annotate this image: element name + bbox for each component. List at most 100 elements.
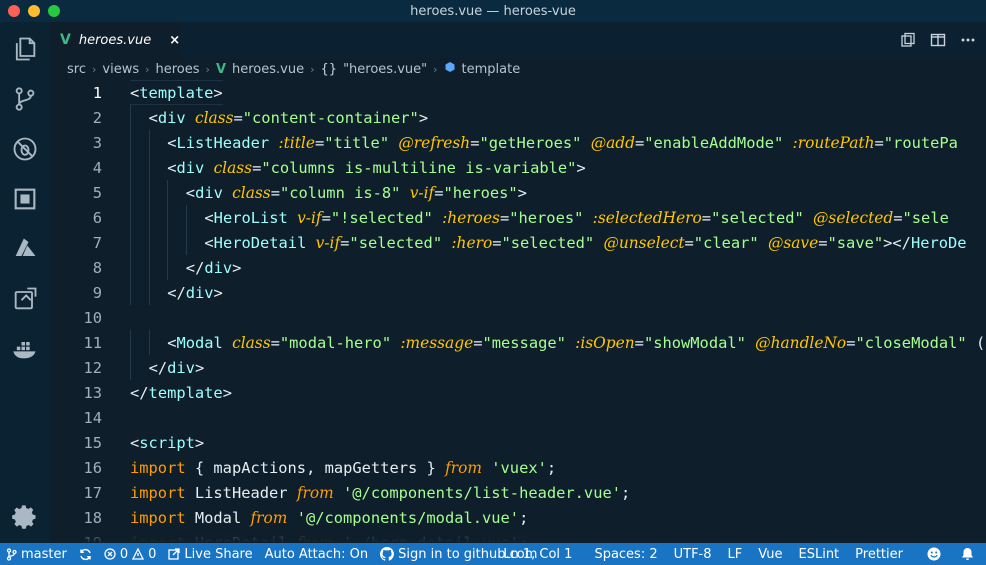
close-window-button[interactable]: [8, 5, 20, 17]
code-line[interactable]: 11 < Modal class = "modal-hero" :message = "me…: [50, 330, 986, 355]
code-line[interactable]: 4 < div class = "columns is-multiline is-var…: [50, 155, 986, 180]
code-text: < div class = "columns is-multiline is-vari…: [167, 155, 586, 180]
azure-icon: [15, 238, 36, 256]
code-token: >: [576, 158, 586, 177]
settings-button[interactable]: [0, 492, 50, 542]
line-number: 16: [83, 458, 102, 477]
chevron-right-icon: ›: [310, 62, 315, 76]
indent-guide: [148, 280, 150, 305]
breadcrumb-item[interactable]: heroes.vue: [232, 62, 304, 77]
extensions-button[interactable]: [0, 174, 50, 224]
code-line[interactable]: 7 < HeroDetail v-if = "selected" :hero = "sele…: [50, 230, 986, 255]
indent-guide: [167, 255, 169, 280]
code-token: =: [233, 108, 243, 127]
code-token: :selectedHero: [592, 208, 702, 227]
code-token: >: [213, 283, 223, 302]
vue-file-icon: V: [215, 61, 227, 77]
code-token: </: [185, 258, 205, 277]
status-bar: master 0 0 Live Share Auto Attach: On Si…: [0, 543, 986, 565]
code-token: <: [167, 133, 177, 152]
breadcrumb-item[interactable]: heroes: [156, 62, 200, 77]
code-token: =: [684, 233, 694, 252]
cursor-position[interactable]: Ln 1, Col 1: [503, 547, 572, 562]
language-mode[interactable]: Vue: [758, 547, 782, 562]
explorer-button[interactable]: [0, 24, 50, 74]
code-text: </template >: [130, 380, 232, 405]
indent-guide: [130, 355, 131, 380]
tab-heroes-vue[interactable]: V heroes.vue ×: [50, 22, 180, 58]
code-line[interactable]: 16 import { mapActions, mapGetters } from…: [50, 455, 986, 480]
prettier-status[interactable]: Prettier: [855, 547, 903, 562]
notifications-button[interactable]: [961, 547, 974, 561]
code-token: "selected": [711, 208, 804, 227]
code-editor[interactable]: 1 < template >2 < div class = "content-containe…: [50, 80, 986, 543]
code-line[interactable]: 6 < HeroList v-if = "!selected" :heroes = "her…: [50, 205, 986, 230]
code-line[interactable]: 15 < script >: [50, 430, 986, 455]
code-token: "closeModal": [855, 333, 967, 352]
code-token: ;: [519, 508, 529, 527]
code-line[interactable]: 13 </template >: [50, 380, 986, 405]
line-number: 15: [83, 433, 102, 452]
code-line[interactable]: 10: [50, 305, 986, 330]
sync-button[interactable]: [79, 548, 92, 561]
code-line[interactable]: 18 import Modal from '@/components/modal.…: [50, 505, 986, 530]
code-token: from: [250, 508, 288, 527]
code-token: "!selected": [330, 208, 433, 227]
breadcrumb-item[interactable]: views: [102, 62, 139, 77]
more-actions-button[interactable]: [960, 32, 976, 48]
code-token: ;: [621, 483, 631, 502]
code-line[interactable]: 14: [50, 405, 986, 430]
code-token: =: [314, 133, 325, 152]
code-line[interactable]: 12 </div >: [50, 355, 986, 380]
chevron-right-icon: ›: [433, 62, 438, 76]
maximize-window-button[interactable]: [48, 5, 60, 17]
line-number: 14: [83, 408, 102, 427]
eslint-status[interactable]: ESLint: [799, 547, 840, 562]
code-line[interactable]: 8 </div >: [50, 255, 986, 280]
problems-indicator[interactable]: 0 0: [104, 547, 156, 562]
code-text: import Modal from '@/components/modal.vu…: [130, 505, 528, 530]
code-line[interactable]: 3 < ListHeader :title = "title" @refresh = "ge…: [50, 130, 986, 155]
code-line[interactable]: 1 < template >: [50, 80, 986, 105]
auto-attach-toggle[interactable]: Auto Attach: On: [265, 547, 369, 562]
breadcrumb-item[interactable]: "heroes.vue": [343, 62, 427, 77]
code-token: div: [157, 108, 186, 127]
code-line[interactable]: 9 </div >: [50, 280, 986, 305]
source-control-button[interactable]: [0, 74, 50, 124]
split-editor-button[interactable]: [930, 32, 946, 48]
close-tab-button[interactable]: ×: [169, 33, 180, 48]
open-changes-icon: [901, 32, 915, 47]
encoding-setting[interactable]: UTF-8: [674, 547, 712, 562]
open-changes-button[interactable]: [900, 32, 916, 48]
code-token: <: [130, 83, 140, 102]
ellipsis-icon: [961, 38, 975, 42]
code-token: "clear": [693, 233, 759, 252]
minimize-window-button[interactable]: [28, 5, 40, 17]
breadcrumb-item[interactable]: template: [462, 62, 521, 77]
git-branch-icon: [6, 547, 17, 561]
code-line[interactable]: 2 < div class = "content-container" >: [50, 105, 986, 130]
code-token: =: [270, 183, 280, 202]
code-token: Modal: [176, 333, 223, 352]
docker-button[interactable]: [0, 324, 50, 374]
feedback-button[interactable]: [927, 547, 941, 561]
code-token: ></: [883, 233, 911, 252]
live-share-button[interactable]: Live Share: [168, 547, 253, 562]
branch-indicator[interactable]: master: [6, 547, 67, 562]
code-line[interactable]: 17 import ListHeader from '@/components/l…: [50, 480, 986, 505]
remote-explorer-button[interactable]: [0, 274, 50, 324]
eol-setting[interactable]: LF: [728, 547, 743, 562]
indentation-setting[interactable]: Spaces: 2: [594, 547, 657, 562]
code-token: =: [846, 333, 856, 352]
debug-button[interactable]: [0, 124, 50, 174]
code-line[interactable]: 5 < div class = "column is-8" v-if = "heroes" >: [50, 180, 986, 205]
code-token: </: [130, 383, 149, 402]
azure-button[interactable]: [0, 224, 50, 274]
breadcrumb-item[interactable]: src: [67, 62, 86, 77]
